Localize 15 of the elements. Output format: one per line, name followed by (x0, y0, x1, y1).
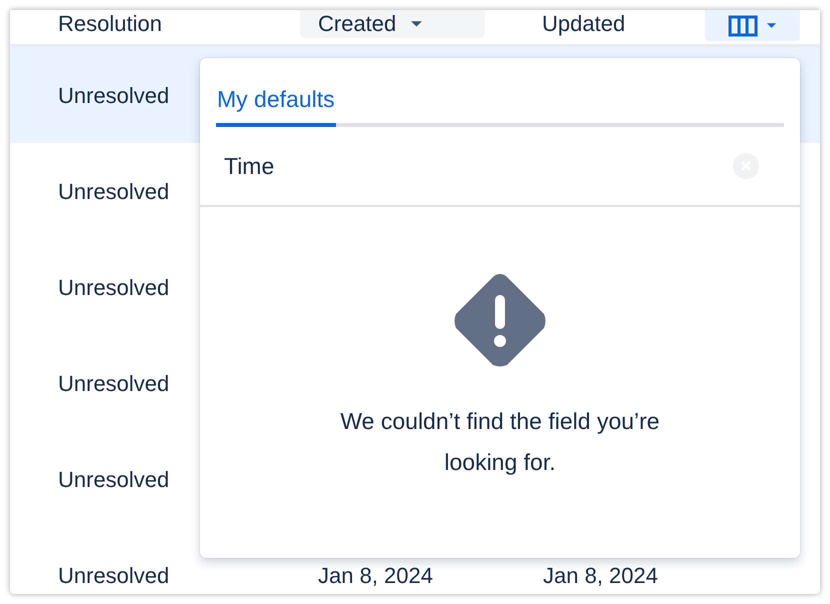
table-cell: Unresolved (58, 563, 170, 589)
column-picker-button[interactable] (705, 10, 800, 41)
search-field[interactable]: Time (224, 148, 732, 184)
empty-message: We couldn’t find the field you’re looking for. (339, 407, 661, 477)
table-cell: Jan 8, 2024 (543, 563, 658, 589)
tab[interactable]: My defaults (216, 80, 336, 127)
column-header[interactable]: Created (300, 10, 485, 38)
table-cell: Jan 8, 2024 (318, 563, 433, 589)
column-header[interactable]: Resolution (48, 10, 172, 38)
caret-icon (410, 20, 424, 28)
column-header[interactable]: Updated (532, 10, 636, 38)
table-cell: Unresolved (58, 275, 170, 301)
columns-icon (728, 14, 758, 36)
caret-icon (766, 22, 777, 30)
table-cell: Unresolved (58, 83, 170, 109)
